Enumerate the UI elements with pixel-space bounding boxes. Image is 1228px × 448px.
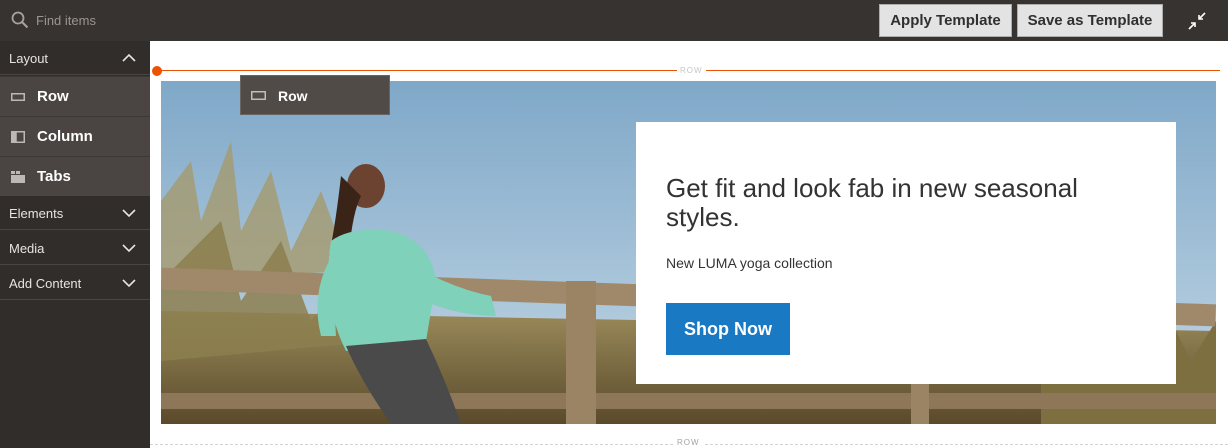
search-icon	[11, 11, 29, 29]
tabs-icon	[11, 171, 25, 183]
sidebar-item-tabs[interactable]: Tabs	[0, 156, 150, 196]
row-icon	[251, 91, 266, 100]
save-as-template-button[interactable]: Save as Template	[1017, 4, 1163, 37]
add-content-section-label: Add Content	[9, 276, 82, 291]
banner-subtitle[interactable]: New LUMA yoga collection	[666, 255, 833, 271]
top-toolbar: Apply Template Save as Template	[0, 0, 1228, 41]
shop-now-button[interactable]: Shop Now	[666, 303, 790, 355]
search-input[interactable]	[36, 10, 146, 30]
chevron-up-icon	[122, 53, 136, 62]
sidebar-item-row[interactable]: Row	[0, 76, 150, 116]
banner-title[interactable]: Get fit and look fab in new seasonal sty…	[666, 174, 1126, 232]
elements-section-header[interactable]: Elements	[0, 196, 150, 230]
drag-ghost-row[interactable]: Row	[240, 75, 390, 115]
search-bar	[0, 0, 150, 41]
sidebar-item-label: Column	[37, 128, 93, 145]
sidebar-item-label: Row	[37, 88, 69, 105]
drag-ghost-label: Row	[278, 88, 308, 104]
row-label: ROW	[677, 66, 706, 75]
media-section-header[interactable]: Media	[0, 231, 150, 265]
column-icon	[11, 131, 25, 143]
collapse-fullscreen-icon[interactable]	[1187, 11, 1207, 31]
elements-section-label: Elements	[9, 206, 64, 221]
sidebar-item-label: Tabs	[37, 168, 71, 185]
row-label: ROW	[674, 438, 703, 447]
chevron-down-icon	[122, 209, 136, 218]
media-section-label: Media	[9, 241, 45, 256]
apply-template-button[interactable]: Apply Template	[879, 4, 1012, 37]
content-types-panel: Layout Row Column Tabs Elements Media Ad…	[0, 41, 150, 448]
layout-section-label: Layout	[9, 51, 49, 66]
chevron-down-icon	[122, 244, 136, 253]
chevron-down-icon	[122, 279, 136, 288]
add-content-section-header[interactable]: Add Content	[0, 266, 150, 300]
row-icon	[11, 93, 25, 101]
drop-indicator-dot	[152, 66, 162, 76]
banner-poster: Get fit and look fab in new seasonal sty…	[636, 122, 1176, 384]
layout-section-header[interactable]: Layout	[0, 41, 150, 75]
sidebar-item-column[interactable]: Column	[0, 116, 150, 156]
